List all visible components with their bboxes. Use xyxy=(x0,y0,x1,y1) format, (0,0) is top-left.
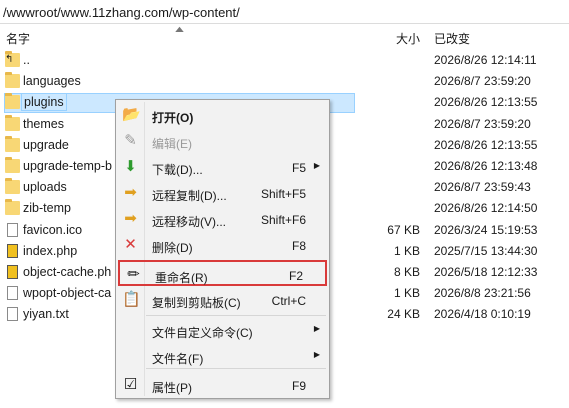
parent-folder-icon: ↰ xyxy=(5,51,20,67)
menu-separator xyxy=(146,315,326,316)
file-row[interactable]: ↰.. 2026/8/26 12:14:11 xyxy=(0,50,569,71)
menu-item-shortcut: Ctrl+C xyxy=(271,294,306,308)
file-name: zib-temp xyxy=(23,201,71,216)
delete-icon: ✕ xyxy=(124,236,137,253)
menu-item-label: 编辑(E) xyxy=(152,137,192,151)
menu-item-shortcut: F8 xyxy=(291,239,306,253)
submenu-arrow-icon: ▶ xyxy=(313,350,320,359)
file-modified: 2025/7/15 13:44:30 xyxy=(434,243,538,258)
file-size: 8 KB xyxy=(393,265,420,279)
folder-icon xyxy=(5,72,20,89)
column-modified[interactable]: 已改变 xyxy=(434,30,470,47)
folder-icon xyxy=(5,157,20,173)
menu-item-label: 文件自定义命令(C) xyxy=(152,326,253,340)
file-size: 1 KB xyxy=(393,243,420,258)
column-header: 名字 ▲ 大小 已改变 xyxy=(0,24,569,48)
menu-item-label: 下载(D)... xyxy=(152,163,203,177)
file-size: 24 KB xyxy=(387,307,420,322)
menu-item[interactable]: ✕ 删除(D) F8 xyxy=(117,232,328,258)
folder-open-icon: 📂 xyxy=(122,106,141,123)
menu-item[interactable]: ☑ 属性(P) F9 xyxy=(117,372,328,398)
menu-item-label: 打开(O) xyxy=(152,111,194,125)
file-row[interactable]: languages 2026/8/7 23:59:20 xyxy=(0,71,569,92)
txt-icon xyxy=(7,307,18,322)
file-modified: 2026/8/7 23:59:20 xyxy=(434,116,531,131)
menu-item-label: 远程复制(D)... xyxy=(152,189,227,203)
file-size: 67 KB xyxy=(387,222,420,237)
submenu-arrow-icon: ▶ xyxy=(313,324,320,333)
php-icon xyxy=(7,265,18,279)
menu-item[interactable]: 文件名(F) ▶ xyxy=(117,343,328,369)
file-name: languages xyxy=(23,74,81,89)
file-modified: 2026/8/26 12:14:11 xyxy=(434,53,537,67)
menu-item-label: 属性(P) xyxy=(152,381,192,395)
file-name: upgrade xyxy=(23,137,69,152)
edit-icon: ✎ xyxy=(124,132,137,149)
file-modified: 2026/8/26 12:13:55 xyxy=(434,95,538,110)
file-name: wpopt-object-ca xyxy=(23,286,112,301)
file-size: 1 KB xyxy=(393,286,420,301)
file-name: index.php xyxy=(23,243,78,258)
menu-item-label: 重命名(R) xyxy=(155,271,208,285)
file-modified: 2026/8/26 12:13:48 xyxy=(434,159,538,173)
sort-up-icon: ▲ xyxy=(172,24,187,34)
file-name: plugins xyxy=(21,93,67,112)
path-text: /wwwroot/www.11zhang.com/wp-content/ xyxy=(3,5,240,20)
menu-item[interactable]: 📋 复制到剪贴板(C) Ctrl+C xyxy=(117,287,328,313)
menu-item[interactable]: ➡ 远程移动(V)... Shift+F6 xyxy=(117,206,328,232)
file-name: uploads xyxy=(23,180,67,195)
php-icon xyxy=(7,243,18,258)
file-modified: 2026/5/18 12:12:33 xyxy=(434,265,538,279)
folder-icon xyxy=(5,199,20,216)
folder-icon xyxy=(5,114,20,131)
download-icon: ⬇ xyxy=(124,158,137,175)
file-modified: 2026/3/24 15:19:53 xyxy=(434,222,538,237)
menu-item-shortcut: Shift+F5 xyxy=(260,187,306,201)
properties-icon: ☑ xyxy=(123,376,138,393)
menu-item-label: 删除(D) xyxy=(152,241,193,255)
file-name: .. xyxy=(23,53,30,67)
menu-item-shortcut: F5 xyxy=(291,161,306,175)
clipboard-icon: 📋 xyxy=(122,291,141,308)
submenu-arrow-icon: ▶ xyxy=(313,161,320,170)
rename-icon: ✏ xyxy=(127,266,140,283)
file-icon xyxy=(7,286,18,301)
menu-item-shortcut: F2 xyxy=(288,269,303,283)
path-bar[interactable]: /wwwroot/www.11zhang.com/wp-content/ xyxy=(0,0,569,24)
file-modified: 2026/8/7 23:59:20 xyxy=(434,74,531,89)
file-modified: 2026/8/26 12:14:50 xyxy=(434,201,538,216)
menu-item-label: 远程移动(V)... xyxy=(152,215,226,229)
remote-move-icon: ➡ xyxy=(124,210,137,227)
menu-item[interactable]: ➡ 远程复制(D)... Shift+F5 xyxy=(117,180,328,206)
file-name: themes xyxy=(23,116,64,131)
file-modified: 2026/4/18 0:10:19 xyxy=(434,307,531,322)
file-name: yiyan.txt xyxy=(23,307,69,322)
remote-copy-icon: ➡ xyxy=(124,184,137,201)
folder-icon xyxy=(5,135,20,152)
column-size[interactable]: 大小 xyxy=(360,30,420,47)
menu-item[interactable]: ⬇ 下载(D)... F5 ▶ xyxy=(117,154,328,180)
menu-item[interactable]: 📂 打开(O) xyxy=(117,102,328,128)
context-menu: 📂 打开(O) ✎ 编辑(E) ⬇ 下载(D)... F5 ▶ ➡ 远程复制(D)... Shift… xyxy=(115,99,330,399)
menu-item-shortcut: F9 xyxy=(291,379,306,393)
folder-icon xyxy=(5,93,20,110)
menu-item[interactable]: 文件自定义命令(C) ▶ xyxy=(117,317,328,343)
file-modified: 2026/8/26 12:13:55 xyxy=(434,137,538,152)
menu-item-shortcut: Shift+F6 xyxy=(260,213,306,227)
file-name: object-cache.ph xyxy=(23,265,112,279)
file-icon xyxy=(7,222,18,237)
folder-icon xyxy=(5,178,20,195)
file-modified: 2026/8/8 23:21:56 xyxy=(434,286,531,301)
menu-item[interactable]: ✏ 重命名(R) F2 xyxy=(118,260,327,286)
menu-item: ✎ 编辑(E) xyxy=(117,128,328,154)
file-name: upgrade-temp-b xyxy=(23,159,112,173)
file-modified: 2026/8/7 23:59:43 xyxy=(434,180,531,195)
menu-item-label: 复制到剪贴板(C) xyxy=(152,296,241,310)
column-name[interactable]: 名字 xyxy=(6,30,30,47)
file-name: favicon.ico xyxy=(23,222,83,237)
menu-item-label: 文件名(F) xyxy=(152,352,204,366)
